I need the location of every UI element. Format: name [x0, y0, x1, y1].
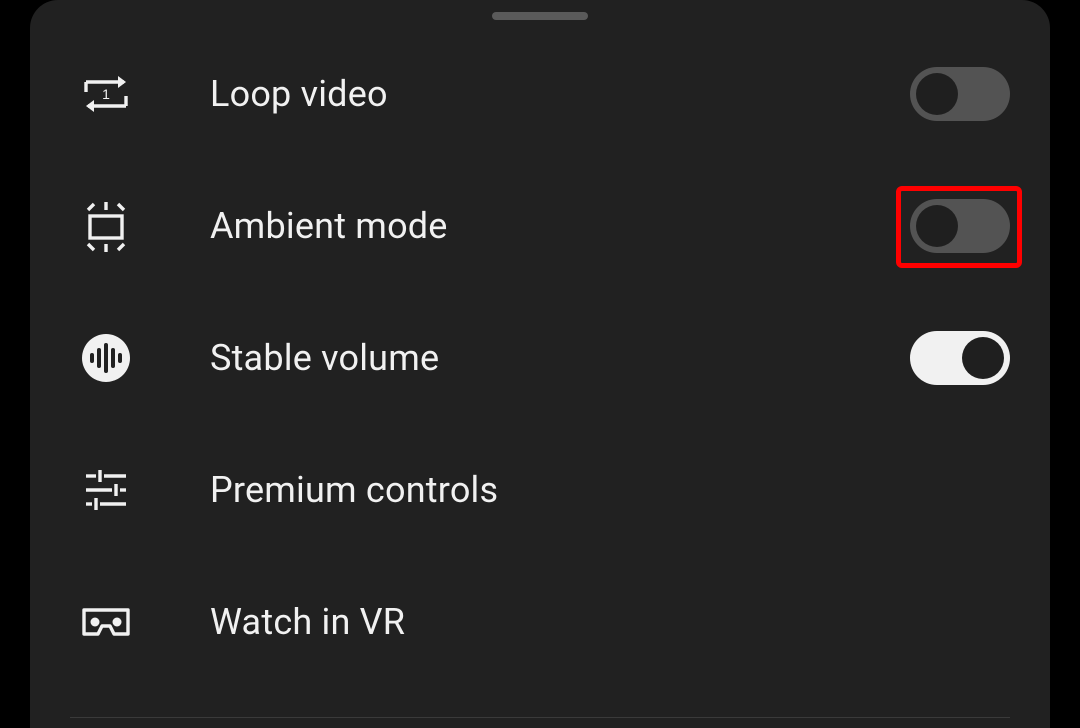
row-loop-video[interactable]: 1 Loop video: [30, 28, 1050, 160]
ambient-icon: [78, 198, 134, 254]
ambient-mode-label: Ambient mode: [210, 205, 910, 247]
stable-volume-icon: [78, 330, 134, 386]
row-ambient-mode[interactable]: Ambient mode: [30, 160, 1050, 292]
stable-volume-toggle[interactable]: [910, 331, 1010, 385]
vr-icon: [78, 594, 134, 650]
row-watch-in-vr[interactable]: Watch in VR: [30, 556, 1050, 688]
premium-controls-label: Premium controls: [210, 469, 1010, 511]
ambient-mode-toggle[interactable]: [910, 199, 1010, 253]
sliders-icon: [78, 462, 134, 518]
loop-video-toggle[interactable]: [910, 67, 1010, 121]
settings-list: 1 Loop video: [30, 28, 1050, 688]
loop-video-label: Loop video: [210, 73, 910, 115]
bottom-sheet: 1 Loop video: [30, 0, 1050, 728]
svg-text:1: 1: [102, 86, 110, 102]
loop-icon: 1: [78, 66, 134, 122]
stable-volume-label: Stable volume: [210, 337, 910, 379]
toggle-knob: [916, 73, 958, 115]
drag-handle[interactable]: [492, 12, 588, 20]
toggle-knob: [962, 337, 1004, 379]
divider: [70, 717, 1010, 718]
toggle-knob: [916, 205, 958, 247]
watch-in-vr-label: Watch in VR: [210, 601, 1010, 643]
row-premium-controls[interactable]: Premium controls: [30, 424, 1050, 556]
row-stable-volume[interactable]: Stable volume: [30, 292, 1050, 424]
